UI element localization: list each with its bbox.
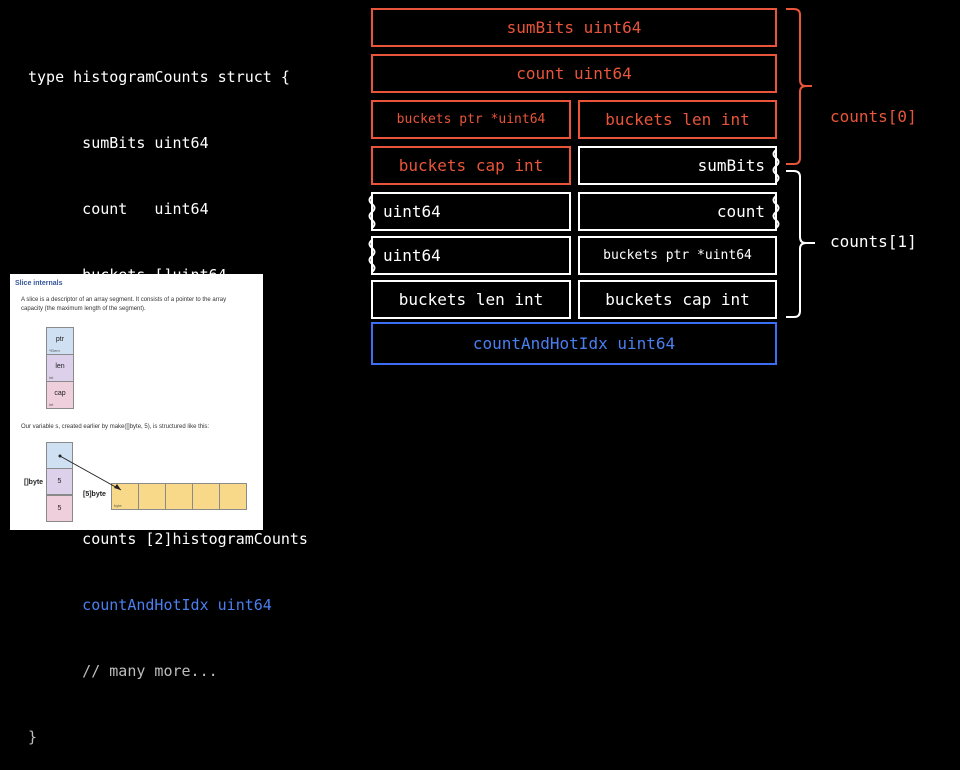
code-line: // many more... (28, 662, 218, 680)
inset-pointer-arrow (58, 454, 122, 491)
code-line: sumBits uint64 (28, 134, 209, 152)
layout-buckets-len-1: buckets len int (371, 280, 571, 319)
code-line: } (28, 728, 38, 746)
layout-buckets-ptr-0: buckets ptr *uint64 (371, 100, 571, 139)
layout-buckets-len-0: buckets len int (578, 100, 777, 139)
code-line: countAndHotIdx uint64 (28, 596, 272, 614)
layout-buckets-ptr-1: buckets ptr *uint64 (578, 236, 777, 275)
code-line: type histogramCounts struct { (28, 68, 290, 86)
code-line: count uint64 (28, 200, 209, 218)
slice-internals-inset: Slice internals A slice is a descriptor … (10, 274, 263, 530)
brace-label-counts1: counts[1] (830, 232, 917, 251)
layout-sumbits-0: sumBits uint64 (371, 8, 777, 47)
layout-count-0: count uint64 (371, 54, 777, 93)
code-line: counts [2]histogramCounts (28, 530, 308, 548)
layout-count-1-lo: count (578, 192, 777, 231)
layout-buckets-cap-1: buckets cap int (578, 280, 777, 319)
brace-label-counts0: counts[0] (830, 107, 917, 126)
layout-buckets-cap-0: buckets cap int (371, 146, 571, 185)
layout-sumbits-1-lo: sumBits (578, 146, 777, 185)
layout-count-1-hi: uint64 (371, 236, 571, 275)
brace-counts0 (786, 8, 812, 165)
layout-count-and-hot-idx: countAndHotIdx uint64 (371, 322, 777, 365)
layout-sumbits-1-hi: uint64 (371, 192, 571, 231)
brace-counts1 (786, 170, 815, 318)
